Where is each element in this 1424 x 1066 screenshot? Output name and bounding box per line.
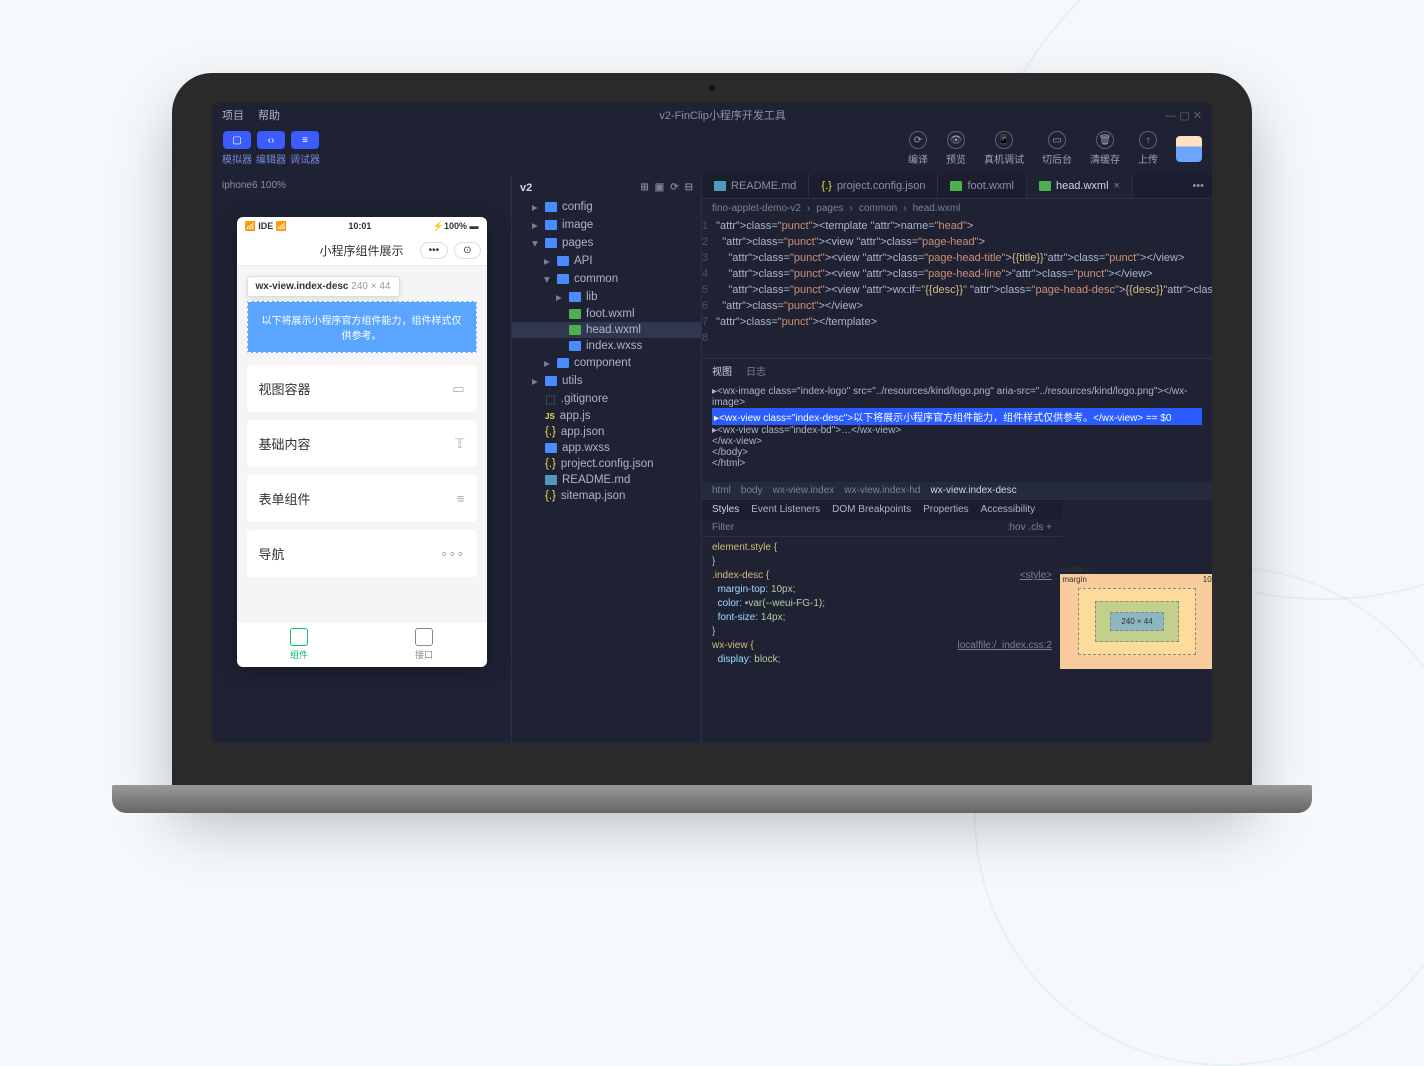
collapse-icon[interactable]: ⊟ (685, 182, 693, 194)
add-rule-icon[interactable]: + (1046, 522, 1052, 533)
file-node[interactable]: foot.wxml (512, 306, 701, 322)
file-explorer[interactable]: v2 ⊞ ▣ ⟳ ⊟ ▸config▸image▾pages▸API▾common▸l… (512, 174, 702, 743)
folder-node[interactable]: ▸utils (512, 372, 701, 390)
editor-tabs: README.md{.}project.config.jsonfoot.wxml… (702, 174, 1212, 199)
mode-editor[interactable]: ‹›编辑器 (256, 131, 286, 166)
editor-tab[interactable]: {.}project.config.json (809, 174, 938, 198)
folder-node[interactable]: ▸config (512, 198, 701, 216)
action-remote[interactable]: 📱真机调试 (984, 131, 1024, 166)
file-node[interactable]: {.}sitemap.json (512, 488, 701, 504)
folder-node[interactable]: ▸component (512, 354, 701, 372)
inspect-tooltip: wx-view.index-desc 240 × 44 (247, 276, 400, 297)
phone-statusbar: 📶 IDE 📶10:01⚡100% ▬ (237, 217, 487, 236)
simulator-panel: iphone6 100% 📶 IDE 📶10:01⚡100% ▬ 小程序组件展示… (212, 174, 512, 743)
editor-tab[interactable]: README.md (702, 174, 809, 198)
phone-nav-title: 小程序组件展示 (319, 242, 403, 259)
toolbar: ▢模拟器 ‹›编辑器 ≡调试器 ⟳编译 👁预览 📱真机调试 ▭切后台 🗑清缓存 … (212, 127, 1212, 174)
mode-simulator[interactable]: ▢模拟器 (222, 131, 252, 166)
file-node[interactable]: app.wxss (512, 440, 701, 456)
window-controls[interactable]: — ▢ ✕ (1165, 109, 1202, 122)
devtools-tab-log[interactable]: 日志 (746, 363, 766, 378)
tab-api[interactable]: 接口 (362, 622, 487, 667)
phone-navbar: 小程序组件展示 ••• ⊙ (237, 236, 487, 266)
devtools-panel: 视图 日志 ▸<wx-image class="index-logo" src=… (702, 358, 1212, 743)
more-tabs-icon[interactable]: ••• (1184, 174, 1212, 198)
refresh-icon[interactable]: ⟳ (670, 182, 678, 194)
dom-breadcrumb[interactable]: htmlbodywx-view.indexwx-view.index-hdwx-… (702, 482, 1212, 499)
devtools-tab-view[interactable]: 视图 (712, 363, 732, 378)
breadcrumb[interactable]: fino-applet-demo-v2›pages›common›head.wx… (702, 199, 1212, 218)
menubar: 项目 帮助 v2-FinClip小程序开发工具 — ▢ ✕ (212, 103, 1212, 127)
file-node[interactable]: {.}app.json (512, 424, 701, 440)
menu-help[interactable]: 帮助 (258, 107, 280, 123)
list-item[interactable]: 视图容器▭ (247, 365, 477, 412)
box-model: margin 10 border padding 240 × 44 (1062, 500, 1212, 743)
file-node[interactable]: {.}project.config.json (512, 456, 701, 472)
action-background[interactable]: ▭切后台 (1042, 131, 1072, 166)
file-node[interactable]: index.wxss (512, 338, 701, 354)
action-preview[interactable]: 👁预览 (946, 131, 966, 166)
laptop-frame: 项目 帮助 v2-FinClip小程序开发工具 — ▢ ✕ ▢模拟器 ‹›编辑器… (172, 73, 1252, 793)
hov-toggle[interactable]: :hov (1007, 522, 1026, 533)
camera-dot (709, 85, 715, 91)
new-file-icon[interactable]: ⊞ (640, 182, 648, 194)
highlighted-element[interactable]: 以下将展示小程序官方组件能力，组件样式仅供参考。 (247, 301, 477, 353)
folder-node[interactable]: ▾pages (512, 234, 701, 252)
file-node[interactable]: ⬚.gitignore (512, 390, 701, 408)
styles-tabs[interactable]: StylesEvent ListenersDOM BreakpointsProp… (702, 500, 1062, 519)
menu-project[interactable]: 项目 (222, 107, 244, 123)
folder-node[interactable]: ▸API (512, 252, 701, 270)
list-item[interactable]: 导航∘∘∘ (247, 530, 477, 577)
user-avatar[interactable] (1176, 136, 1202, 162)
code-editor[interactable]: 12345678 "attr">class="punct"><template … (702, 218, 1212, 358)
explorer-root: v2 (520, 182, 532, 194)
dom-tree[interactable]: ▸<wx-image class="index-logo" src="../re… (702, 382, 1212, 482)
cls-toggle[interactable]: .cls (1028, 522, 1043, 533)
window-title: v2-FinClip小程序开发工具 (294, 107, 1151, 123)
file-node[interactable]: head.wxml (512, 322, 701, 338)
css-rules[interactable]: element.style { } .index-desc {<style> m… (702, 537, 1062, 671)
action-cache[interactable]: 🗑清缓存 (1090, 131, 1120, 166)
capsule-more[interactable]: ••• (420, 242, 449, 259)
styles-filter[interactable]: Filter (712, 522, 734, 533)
capsule-close[interactable]: ⊙ (454, 242, 480, 259)
ide-window: 项目 帮助 v2-FinClip小程序开发工具 — ▢ ✕ ▢模拟器 ‹›编辑器… (212, 103, 1212, 743)
editor-tab[interactable]: foot.wxml (938, 174, 1026, 198)
file-node[interactable]: JSapp.js (512, 408, 701, 424)
mode-debugger[interactable]: ≡调试器 (290, 131, 320, 166)
list-item[interactable]: 基础内容𝕋 (247, 420, 477, 467)
phone-preview: 📶 IDE 📶10:01⚡100% ▬ 小程序组件展示 ••• ⊙ wx-view… (237, 217, 487, 667)
list-item[interactable]: 表单组件≡ (247, 475, 477, 522)
editor-area: README.md{.}project.config.jsonfoot.wxml… (702, 174, 1212, 743)
new-folder-icon[interactable]: ▣ (655, 182, 664, 194)
folder-node[interactable]: ▸lib (512, 288, 701, 306)
action-upload[interactable]: ↑上传 (1138, 131, 1158, 166)
action-compile[interactable]: ⟳编译 (908, 131, 928, 166)
file-node[interactable]: README.md (512, 472, 701, 488)
folder-node[interactable]: ▸image (512, 216, 701, 234)
tab-component[interactable]: 组件 (237, 622, 362, 667)
folder-node[interactable]: ▾common (512, 270, 701, 288)
simulator-device-label[interactable]: iphone6 100% (212, 174, 511, 197)
editor-tab[interactable]: head.wxml× (1027, 174, 1133, 198)
